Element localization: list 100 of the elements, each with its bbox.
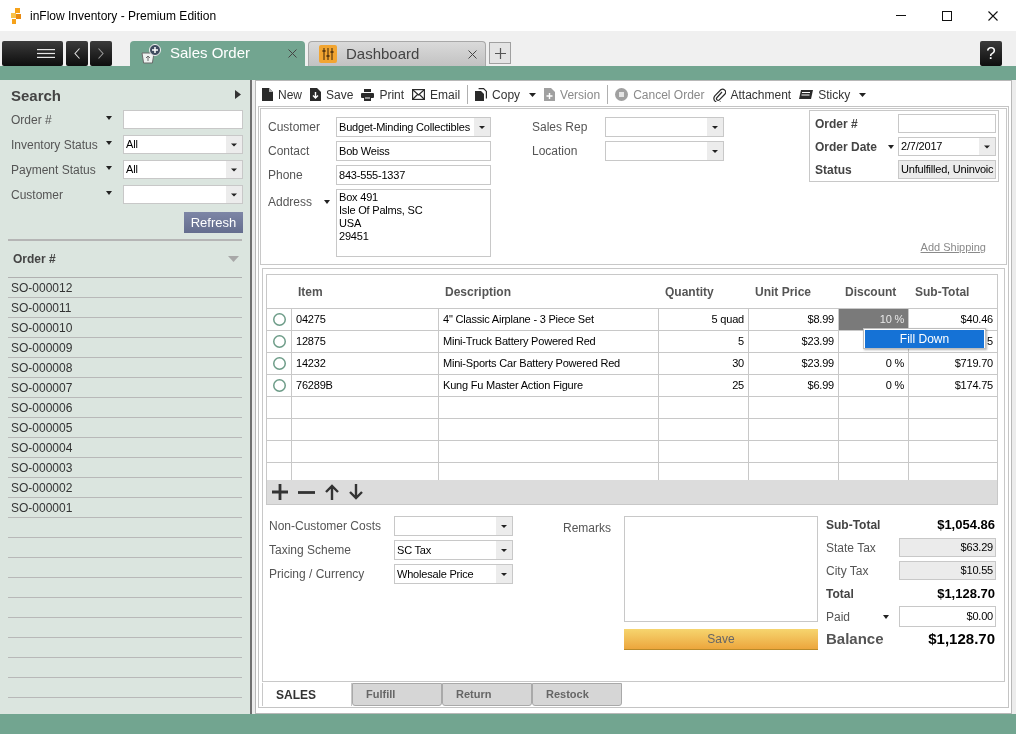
link[interactable]: Add Shipping <box>920 238 986 255</box>
list-item[interactable]: SO-000011 <box>8 298 242 318</box>
caret-icon[interactable] <box>106 165 112 170</box>
table-cell[interactable]: $40.46 <box>909 309 997 330</box>
caret-icon[interactable] <box>324 200 330 204</box>
toolbar-button[interactable]: Sticky <box>798 84 868 105</box>
table-cell[interactable]: Mini-Truck Battery Powered Red <box>439 331 659 352</box>
toolbar-button[interactable]: Attachment <box>711 84 793 105</box>
caret-icon[interactable] <box>883 614 889 619</box>
list-item[interactable]: SO-000005 <box>8 418 242 438</box>
down-arrow-icon[interactable] <box>349 484 363 500</box>
dropdown[interactable]: 2/7/2017 <box>898 137 996 156</box>
caret-icon[interactable] <box>529 92 537 97</box>
table-cell[interactable]: $23.99 <box>749 353 839 374</box>
dropdown[interactable]: All <box>123 160 243 179</box>
input-field[interactable] <box>898 114 996 133</box>
chevron-left-icon[interactable] <box>74 48 80 59</box>
column-header[interactable]: Quantity <box>665 284 714 299</box>
input-field[interactable]: 843-555-1337 <box>336 165 491 185</box>
tab[interactable]: Dashboard <box>308 41 486 66</box>
radio-button[interactable] <box>272 313 286 326</box>
list-item[interactable]: SO-000006 <box>8 398 242 418</box>
table-cell[interactable]: 5 <box>659 331 749 352</box>
radio-button[interactable] <box>272 379 286 392</box>
column-header[interactable]: Order # <box>13 250 56 268</box>
list-item[interactable]: SO-000007 <box>8 378 242 398</box>
back-button[interactable] <box>66 41 88 66</box>
maximize-icon[interactable] <box>942 10 952 21</box>
list-item[interactable]: SO-000001 <box>8 498 242 518</box>
page-arrow-icon[interactable] <box>310 88 321 101</box>
column-header[interactable]: Discount <box>845 284 897 299</box>
tab[interactable]: Return <box>442 683 532 706</box>
caret-icon[interactable] <box>106 115 112 120</box>
toolbar-button[interactable]: Copy <box>474 84 538 105</box>
toolbar-button[interactable]: Email <box>411 84 462 105</box>
paperclip-icon[interactable] <box>712 87 726 102</box>
table-cell[interactable]: 0 % <box>839 375 909 396</box>
menu-button[interactable] <box>2 41 63 66</box>
column-header[interactable]: Description <box>445 284 511 299</box>
table-cell[interactable]: 30 <box>659 353 749 374</box>
caret-icon[interactable] <box>106 190 112 195</box>
table-cell[interactable]: 25 <box>659 375 749 396</box>
table-cell[interactable]: 12875 <box>292 331 439 352</box>
pages-icon[interactable] <box>475 88 488 101</box>
column-header[interactable]: Sub-Total <box>915 284 970 299</box>
list-item[interactable]: SO-000002 <box>8 478 242 498</box>
table-cell[interactable]: 76289B <box>292 375 439 396</box>
up-arrow-icon[interactable] <box>325 484 339 500</box>
dropdown[interactable]: Wholesale Price <box>394 564 513 584</box>
toolbar-button[interactable]: New <box>261 84 303 105</box>
caret-icon[interactable] <box>888 144 894 149</box>
tab[interactable]: Restock <box>532 683 622 706</box>
table-cell[interactable]: Mini-Sports Car Battery Powered Red <box>439 353 659 374</box>
list-item[interactable]: SO-000003 <box>8 458 242 478</box>
table-cell[interactable]: 5 quad <box>659 309 749 330</box>
table-cell[interactable]: 0 % <box>839 353 909 374</box>
plus-icon[interactable] <box>272 484 288 500</box>
help-button[interactable]: ? <box>980 41 1002 66</box>
new-tab-button[interactable] <box>489 42 511 64</box>
table-cell[interactable]: 4" Classic Airplane - 3 Piece Set <box>439 309 659 330</box>
dropdown[interactable]: All <box>123 135 243 154</box>
radio-button[interactable] <box>272 335 286 348</box>
refresh-button[interactable]: Refresh <box>184 212 243 233</box>
table-cell[interactable]: $6.99 <box>749 375 839 396</box>
minus-icon[interactable] <box>298 490 315 494</box>
table-cell[interactable]: Kung Fu Master Action Figure <box>439 375 659 396</box>
table-cell[interactable]: $23.99 <box>749 331 839 352</box>
dropdown[interactable]: Budget-Minding Collectibles <box>336 117 491 137</box>
text-area[interactable]: Box 491 Isle Of Palms, SC USA 29451 <box>336 189 491 257</box>
menu-icon[interactable] <box>37 49 55 58</box>
table-cell[interactable]: 10 % <box>839 309 909 330</box>
toolbar-button[interactable]: Print <box>360 84 406 105</box>
column-header[interactable]: Unit Price <box>755 284 811 299</box>
input-field[interactable]: Bob Weiss <box>336 141 491 161</box>
tab[interactable]: Fulfill <box>352 683 442 706</box>
envelope-icon[interactable] <box>412 89 426 100</box>
plus-icon[interactable] <box>494 47 506 59</box>
right-triangle-icon[interactable] <box>235 90 241 99</box>
dropdown[interactable]: SC Tax <box>394 540 513 560</box>
forward-button[interactable] <box>90 41 112 66</box>
table-cell[interactable]: 14232 <box>292 353 439 374</box>
input-field[interactable] <box>123 110 243 129</box>
printer-icon[interactable] <box>361 88 375 101</box>
caret-icon[interactable] <box>859 92 867 97</box>
list-item[interactable]: SO-000004 <box>8 438 242 458</box>
table-cell[interactable]: $174.75 <box>909 375 997 396</box>
tab[interactable]: SALES <box>262 683 352 706</box>
toolbar-button[interactable]: Save <box>309 84 355 105</box>
note-icon[interactable] <box>799 88 814 101</box>
menu-item[interactable]: Fill Down <box>865 330 984 348</box>
list-item[interactable]: SO-000012 <box>8 278 242 298</box>
list-item[interactable]: SO-000009 <box>8 338 242 358</box>
page-icon[interactable] <box>262 88 273 101</box>
table-cell[interactable]: $719.70 <box>909 353 997 374</box>
chevron-right-icon[interactable] <box>98 48 104 59</box>
table-cell[interactable]: 04275 <box>292 309 439 330</box>
caret-icon[interactable] <box>106 140 112 145</box>
column-header[interactable]: Item <box>298 284 323 299</box>
list-item[interactable]: SO-000010 <box>8 318 242 338</box>
input-field[interactable]: $0.00 <box>899 606 996 627</box>
